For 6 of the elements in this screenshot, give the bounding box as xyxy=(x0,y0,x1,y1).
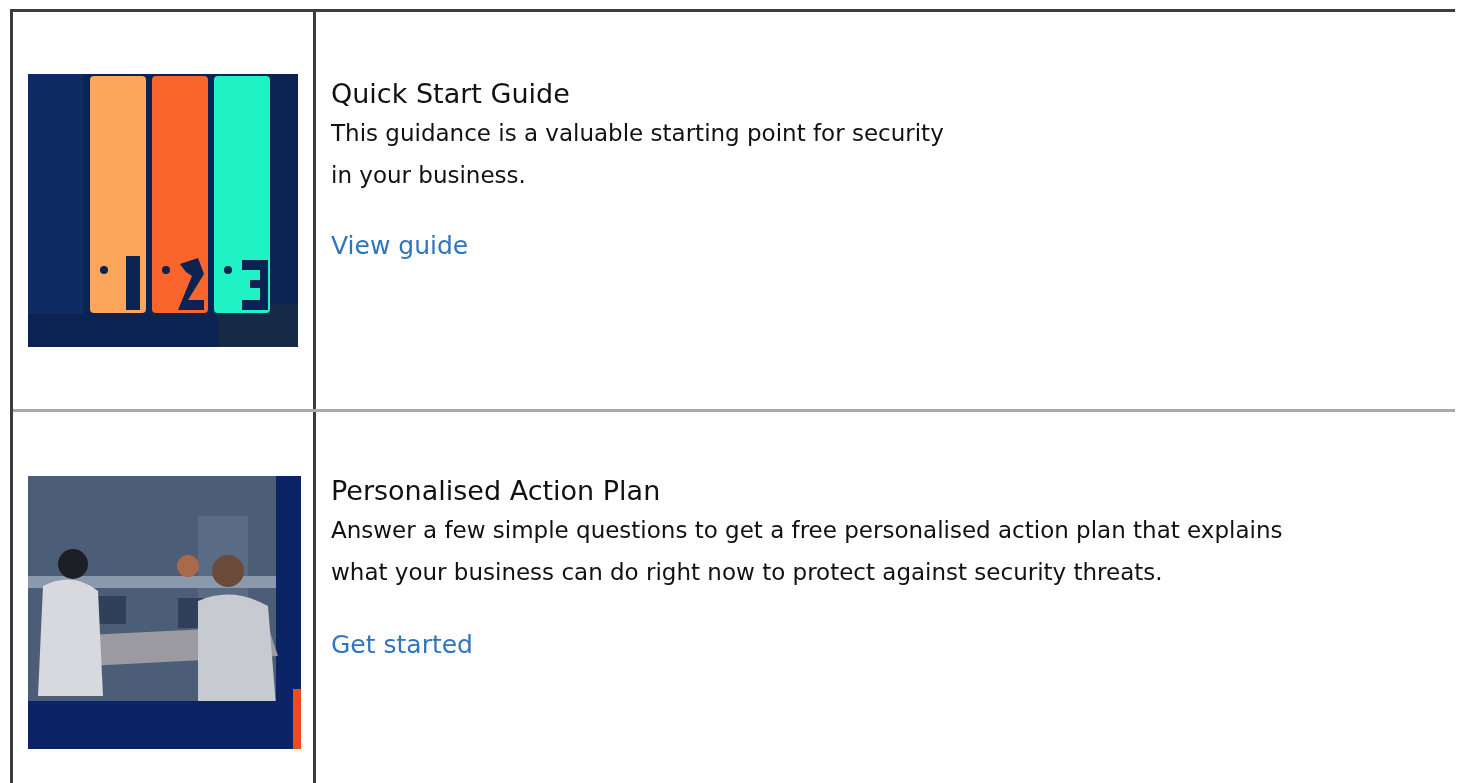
card-title: Quick Start Guide xyxy=(331,77,570,111)
card-link[interactable]: Get started xyxy=(331,628,473,662)
card-description: Answer a few simple questions to get a free personalised action plan that explains what your business can do right now to protect against security threats. xyxy=(331,516,1284,587)
card-link[interactable]: View guide xyxy=(331,229,469,263)
card-title: Personalised Action Plan xyxy=(331,474,661,508)
card-description: This guidance is a valuable starting point for security in your business. xyxy=(331,119,945,190)
